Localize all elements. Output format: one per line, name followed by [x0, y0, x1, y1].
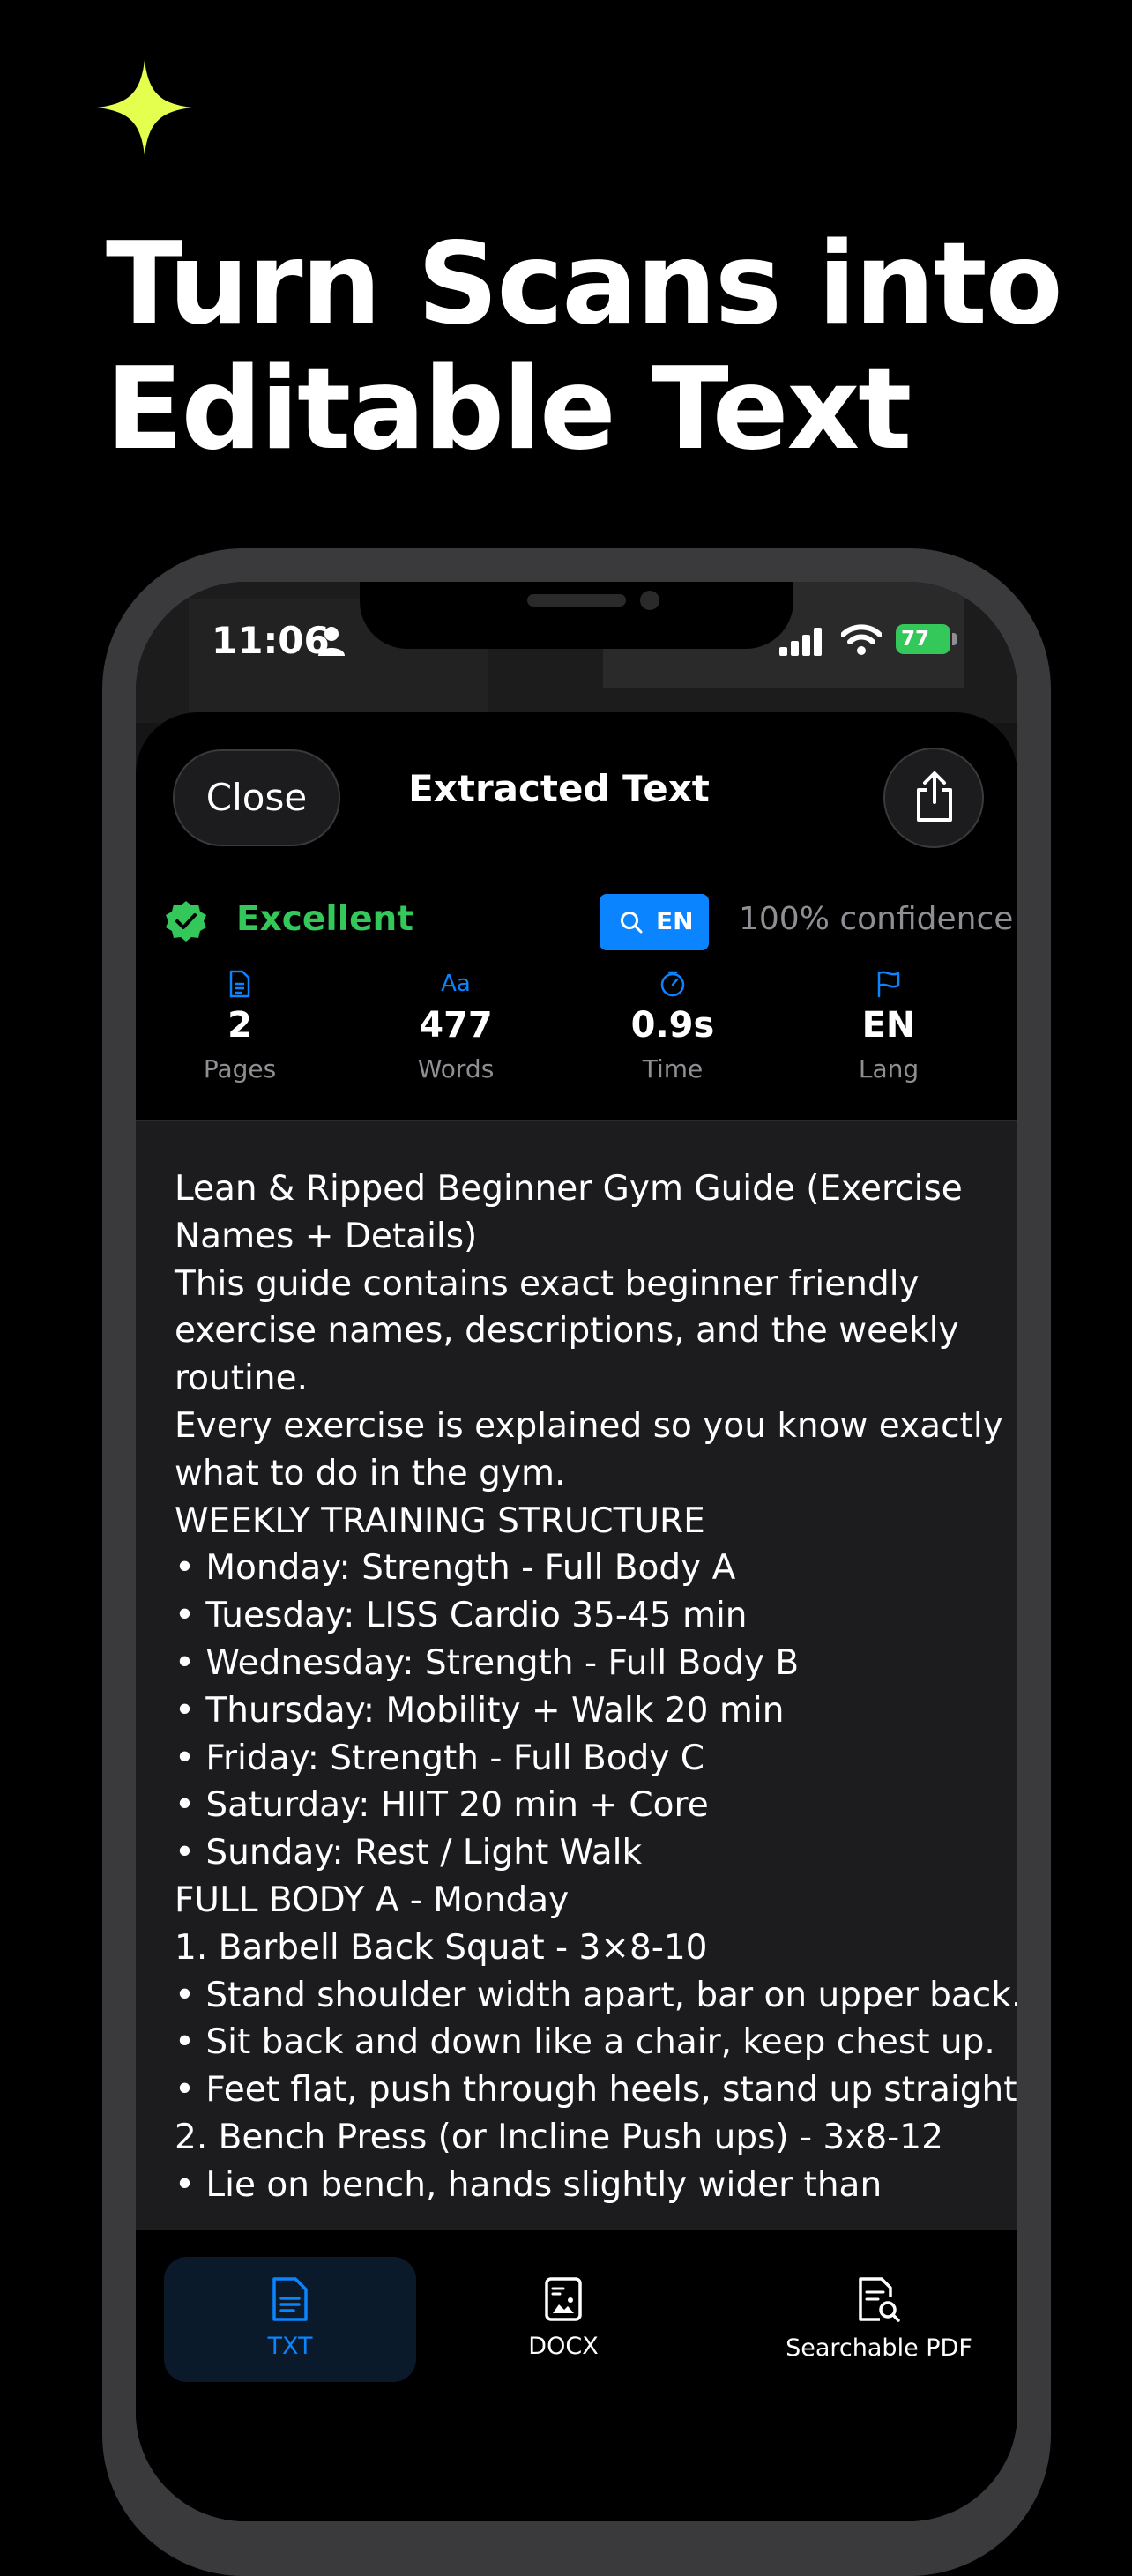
tab-label: TXT: [267, 2333, 313, 2360]
battery-level: 77: [901, 628, 930, 651]
cellular-signal-icon: [779, 628, 822, 656]
extracted-text-line: what to do in the gym.: [175, 1453, 566, 1493]
extracted-text-line: Names + Details): [175, 1216, 478, 1256]
quality-label: Excellent: [236, 899, 413, 939]
stat-label: Time: [642, 1054, 704, 1083]
status-time: 11:06: [212, 619, 330, 662]
extracted-text-line: exercise names, descriptions, and the we…: [175, 1311, 959, 1351]
stat-words: Aa 477 Words: [368, 968, 544, 1083]
language-chip-label: EN: [656, 906, 694, 935]
text-file-icon: [272, 2277, 308, 2321]
extracted-text-line: • Sit back and down like a chair, keep c…: [175, 2022, 995, 2063]
extracted-text-line: routine.: [175, 1359, 308, 1399]
extracted-text-line: • Lie on bench, hands slightly wider tha…: [175, 2164, 883, 2205]
phone-screen: 11:06 77 Close Extracted Text Excellent …: [136, 582, 1017, 2521]
headline-line-1: Turn Scans into: [106, 219, 1063, 350]
stat-label: Words: [417, 1054, 495, 1083]
sparkle-icon: [97, 60, 192, 155]
extracted-text-line: This guide contains exact beginner frien…: [175, 1263, 920, 1304]
docx-file-icon: [545, 2277, 582, 2321]
extracted-text-line: 1. Barbell Back Squat - 3×8-10: [175, 1927, 708, 1968]
battery-tip: [952, 633, 957, 645]
stat-value: 2: [227, 1005, 252, 1046]
stat-time: 0.9s Time: [585, 968, 761, 1083]
tab-label: DOCX: [528, 2333, 599, 2360]
stat-label: Pages: [203, 1054, 277, 1083]
language-chip[interactable]: EN: [600, 894, 709, 950]
confidence-text: 100% confidence: [739, 901, 1014, 937]
extracted-text-line: • Monday: Strength - Full Body A: [175, 1548, 736, 1589]
battery-indicator: 77: [896, 624, 950, 654]
search-document-icon: [859, 2277, 900, 2322]
stats-row: 2 Pages Aa 477 Words 0.9s Time EN Lang: [136, 968, 1017, 1100]
extracted-text-line: • Friday: Strength - Full Body C: [175, 1738, 705, 1778]
extracted-text-area[interactable]: Lean & Ripped Beginner Gym Guide (Exerci…: [136, 1120, 1017, 2230]
tab-txt[interactable]: TXT: [164, 2257, 416, 2382]
document-icon: [229, 970, 250, 998]
person-icon: [318, 627, 345, 656]
search-icon: [621, 912, 643, 934]
stat-lang: EN Lang: [801, 968, 977, 1083]
extracted-text-line: • Wednesday: Strength - Full Body B: [175, 1642, 800, 1683]
font-icon: Aa: [441, 971, 471, 997]
phone-notch: [360, 582, 793, 649]
extracted-text-line: FULL BODY A - Monday: [175, 1880, 570, 1920]
flag-icon: [877, 971, 900, 998]
extracted-text-line: • Thursday: Mobility + Walk 20 min: [175, 1690, 785, 1731]
tab-searchable-pdf[interactable]: Searchable PDF: [753, 2257, 1005, 2382]
extracted-text-line: 2. Bench Press (or Incline Push ups) - 3…: [175, 2117, 943, 2157]
extracted-text-sheet: Close Extracted Text Excellent EN 100% c…: [136, 712, 1017, 2521]
stat-value: EN: [861, 1005, 916, 1046]
marketing-headline: Turn Scans into Editable Text: [106, 222, 1076, 473]
extracted-text-line: • Feet flat, push through heels, stand u…: [175, 2070, 1017, 2111]
stat-value: 0.9s: [630, 1005, 715, 1046]
share-button[interactable]: [883, 748, 984, 848]
wifi-icon: [841, 624, 882, 655]
extracted-text-line: WEEKLY TRAINING STRUCTURE: [175, 1500, 705, 1541]
stat-pages: 2 Pages: [152, 968, 328, 1083]
extracted-text-line: Every exercise is explained so you know …: [175, 1405, 1003, 1446]
export-format-tabbar: TXT DOCX Searchable PDF: [136, 2230, 1017, 2521]
stat-value: 477: [419, 1005, 493, 1046]
extracted-text-line: Lean & Ripped Beginner Gym Guide (Exerci…: [175, 1169, 963, 1209]
extracted-text-line: • Sunday: Rest / Light Walk: [175, 1833, 643, 1873]
extracted-text-body: Lean & Ripped Beginner Gym Guide (Exerci…: [175, 1165, 1017, 2209]
verified-check-icon: [166, 901, 206, 942]
share-icon: [917, 771, 952, 822]
stat-label: Lang: [858, 1054, 920, 1083]
extracted-text-line: • Tuesday: LISS Cardio 35-45 min: [175, 1596, 748, 1636]
headline-line-2: Editable Text: [106, 344, 912, 475]
tab-docx[interactable]: DOCX: [458, 2257, 669, 2382]
tab-label: Searchable PDF: [786, 2334, 972, 2362]
extracted-text-line: • Saturday: HIIT 20 min + Core: [175, 1785, 709, 1826]
extracted-text-line: • Stand shoulder width apart, bar on upp…: [175, 1975, 1017, 2015]
timer-icon: [660, 971, 685, 997]
sheet-title: Extracted Text: [408, 767, 710, 810]
